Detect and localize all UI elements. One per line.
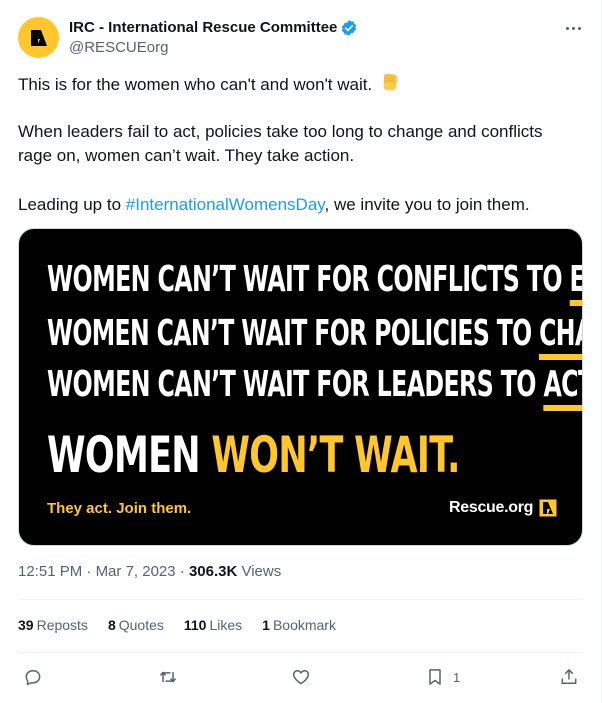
like-button[interactable] [291, 665, 311, 689]
tweet-media-image[interactable]: WOMEN CAN’T WAIT FOR CONFLICTS TO END. W… [18, 228, 583, 546]
repost-button[interactable] [158, 665, 178, 689]
irc-logo-icon [539, 499, 557, 517]
stat-likes[interactable]: 110 Likes [184, 615, 242, 635]
media-headline-2: WOMEN CAN’T WAIT FOR POLICIES TO CHANGE. [47, 313, 582, 360]
hashtag-link[interactable]: #InternationalWomensDay [126, 195, 325, 214]
action-bar: 1 [0, 663, 602, 693]
raised-fist-emoji-icon [383, 73, 397, 91]
media-big-headline: WOMEN WON’T WAIT. [47, 426, 460, 484]
tweet-stats: 39 Reposts 8 Quotes 110 Likes 1 Bookmark [18, 615, 356, 635]
stat-quotes[interactable]: 8 Quotes [108, 615, 164, 635]
media-site-logo: Rescue.org [449, 499, 557, 517]
repost-icon [159, 671, 177, 683]
reply-icon [25, 670, 41, 686]
media-headline-1: WOMEN CAN’T WAIT FOR CONFLICTS TO END. [47, 259, 582, 306]
bookmark-button[interactable]: 1 [425, 665, 460, 689]
views-count: 306.3K [188, 563, 238, 580]
tweet-card: IRC - International Rescue Committee @RE… [0, 0, 602, 703]
tweet-time[interactable]: 12:51 PM [18, 563, 82, 580]
account-name-row[interactable]: IRC - International Rescue Committee [69, 18, 358, 38]
verified-badge-icon [342, 20, 357, 36]
irc-logo-icon [30, 29, 47, 46]
avatar[interactable] [18, 17, 59, 58]
media-tagline: They act. Join them. [47, 500, 192, 517]
share-button[interactable] [559, 665, 579, 689]
tweet-text-line1: This is for the women who can't and won'… [18, 72, 578, 97]
tweet-meta: 12:51 PM · Mar 7, 2023 · 306.3K Views [18, 563, 282, 580]
divider [18, 652, 583, 653]
like-icon [292, 670, 310, 685]
share-icon [561, 669, 577, 684]
divider [18, 599, 583, 600]
stat-bookmarks[interactable]: 1 Bookmark [262, 615, 336, 635]
display-name[interactable]: IRC - International Rescue Committee [69, 18, 337, 38]
tweet-date[interactable]: Mar 7, 2023 [96, 563, 176, 580]
media-headline-3: WOMEN CAN’T WAIT FOR LEADERS TO ACT. [47, 364, 582, 411]
account-handle[interactable]: @RESCUEorg [69, 38, 168, 58]
tweet-text-line3: Leading up to #InternationalWomensDay, w… [18, 195, 530, 214]
bookmark-icon [429, 669, 441, 685]
more-options-icon[interactable] [562, 19, 584, 37]
stat-reposts[interactable]: 39 Reposts [18, 615, 88, 635]
tweet-text-paragraph2: When leaders fail to act, policies take … [18, 122, 543, 165]
bookmark-count: 1 [453, 669, 461, 685]
reply-button[interactable] [23, 665, 43, 689]
